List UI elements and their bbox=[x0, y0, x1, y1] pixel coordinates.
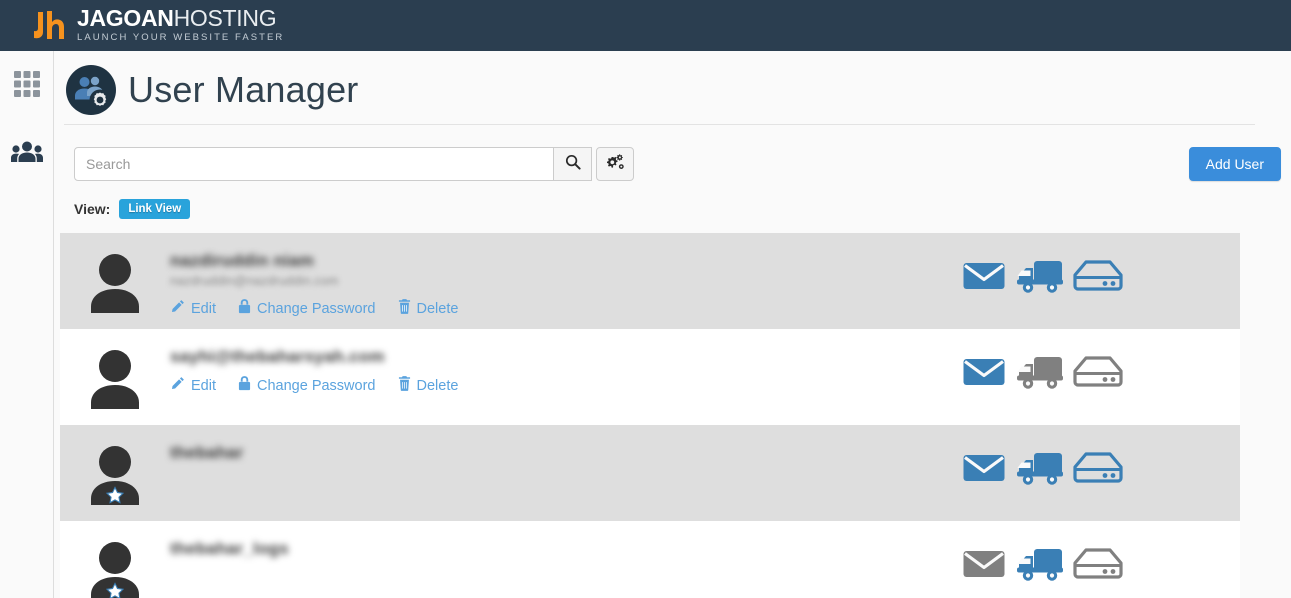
service-icons bbox=[940, 437, 1240, 492]
pencil-icon bbox=[170, 376, 185, 395]
search-input[interactable] bbox=[74, 147, 554, 181]
user-email: nazdruddin@nazdruddin.com bbox=[170, 274, 339, 288]
change-password-link[interactable]: Change Password bbox=[238, 299, 376, 318]
avatar-cell bbox=[60, 245, 170, 319]
edit-label: Edit bbox=[191, 377, 216, 394]
page-title: User Manager bbox=[128, 69, 359, 110]
envelope-icon[interactable] bbox=[962, 449, 1006, 492]
delete-label: Delete bbox=[416, 377, 459, 394]
avatar-primary-icon bbox=[79, 535, 151, 598]
envelope-icon[interactable] bbox=[962, 545, 1006, 588]
disk-usage-icon[interactable] bbox=[1072, 353, 1124, 396]
service-icons bbox=[940, 341, 1240, 396]
user-name: thebahar bbox=[170, 443, 244, 462]
search-icon bbox=[565, 154, 581, 175]
jh-logo-icon bbox=[30, 8, 68, 44]
pencil-icon bbox=[170, 299, 185, 318]
grid-apps-icon bbox=[13, 70, 41, 103]
avatar-primary-icon bbox=[79, 439, 151, 511]
user-list: nazdiruddin niam nazdruddin@nazdruddin.co… bbox=[60, 233, 1240, 598]
toolbar: Add User bbox=[74, 147, 1291, 181]
avatar-cell bbox=[60, 437, 170, 511]
disk-usage-icon[interactable] bbox=[1072, 545, 1124, 588]
user-row: thebahar_logs bbox=[60, 521, 1240, 598]
envelope-icon[interactable] bbox=[962, 257, 1006, 300]
user-actions: Edit Change Password Delete bbox=[170, 376, 940, 395]
add-user-button[interactable]: Add User bbox=[1188, 147, 1281, 181]
envelope-icon[interactable] bbox=[962, 353, 1006, 396]
view-label: View: bbox=[74, 201, 111, 217]
title-divider bbox=[64, 124, 1255, 125]
user-info: nazdiruddin niam nazdruddin@nazdruddin.co… bbox=[170, 245, 940, 318]
change-password-link[interactable]: Change Password bbox=[238, 376, 376, 395]
cogs-icon bbox=[606, 153, 624, 175]
edit-label: Edit bbox=[191, 300, 216, 317]
avatar-cell bbox=[60, 533, 170, 598]
search-group bbox=[74, 147, 634, 181]
service-icons bbox=[940, 245, 1240, 300]
truck-icon[interactable] bbox=[1012, 545, 1066, 588]
brand-tagline: LAUNCH YOUR WEBSITE FASTER bbox=[77, 32, 285, 43]
change-password-label: Change Password bbox=[257, 377, 376, 394]
user-actions: Edit Change Password Delete bbox=[170, 299, 940, 318]
user-name: sayhi@thebaharsyah.com bbox=[170, 347, 385, 366]
edit-link[interactable]: Edit bbox=[170, 376, 216, 395]
brand-name: JAGOANHOSTING bbox=[77, 5, 277, 31]
trash-icon bbox=[398, 376, 411, 395]
search-button[interactable] bbox=[554, 147, 592, 181]
delete-label: Delete bbox=[416, 300, 459, 317]
change-password-label: Change Password bbox=[257, 300, 376, 317]
sidebar-item-apps[interactable] bbox=[0, 63, 54, 109]
view-selector: View: Link View bbox=[74, 199, 1291, 219]
page-header: User Manager bbox=[54, 51, 1291, 115]
avatar-icon bbox=[79, 343, 151, 415]
sidebar bbox=[0, 51, 54, 598]
service-icons bbox=[940, 533, 1240, 588]
main-content: User Manager Search Add User View: Link … bbox=[54, 51, 1291, 598]
users-group-icon bbox=[10, 140, 43, 169]
user-info: thebahar_logs bbox=[170, 533, 940, 559]
truck-icon[interactable] bbox=[1012, 257, 1066, 300]
disk-usage-icon[interactable] bbox=[1072, 449, 1124, 492]
user-name: nazdiruddin niam bbox=[170, 251, 314, 270]
lock-icon bbox=[238, 299, 251, 318]
users-gear-icon bbox=[66, 65, 116, 115]
delete-link[interactable]: Delete bbox=[398, 299, 459, 318]
user-name: thebahar_logs bbox=[170, 539, 289, 558]
view-badge-link-view[interactable]: Link View bbox=[119, 199, 191, 219]
user-row: sayhi@thebaharsyah.com Edit Change Passwor… bbox=[60, 329, 1240, 425]
delete-link[interactable]: Delete bbox=[398, 376, 459, 395]
user-row: thebahar bbox=[60, 425, 1240, 521]
user-info: thebahar bbox=[170, 437, 940, 463]
top-navbar: JAGOANHOSTING LAUNCH YOUR WEBSITE FASTER bbox=[0, 0, 1291, 51]
truck-icon[interactable] bbox=[1012, 353, 1066, 396]
search-settings-button[interactable] bbox=[596, 147, 634, 181]
sidebar-item-users[interactable] bbox=[0, 131, 54, 177]
avatar-cell bbox=[60, 341, 170, 415]
user-row: nazdiruddin niam nazdruddin@nazdruddin.co… bbox=[60, 233, 1240, 329]
lock-icon bbox=[238, 376, 251, 395]
trash-icon bbox=[398, 299, 411, 318]
avatar-icon bbox=[79, 247, 151, 319]
truck-icon[interactable] bbox=[1012, 449, 1066, 492]
edit-link[interactable]: Edit bbox=[170, 299, 216, 318]
user-info: sayhi@thebaharsyah.com Edit Change Passwor… bbox=[170, 341, 940, 395]
disk-usage-icon[interactable] bbox=[1072, 257, 1124, 300]
brand-logo[interactable]: JAGOANHOSTING LAUNCH YOUR WEBSITE FASTER bbox=[30, 7, 284, 44]
